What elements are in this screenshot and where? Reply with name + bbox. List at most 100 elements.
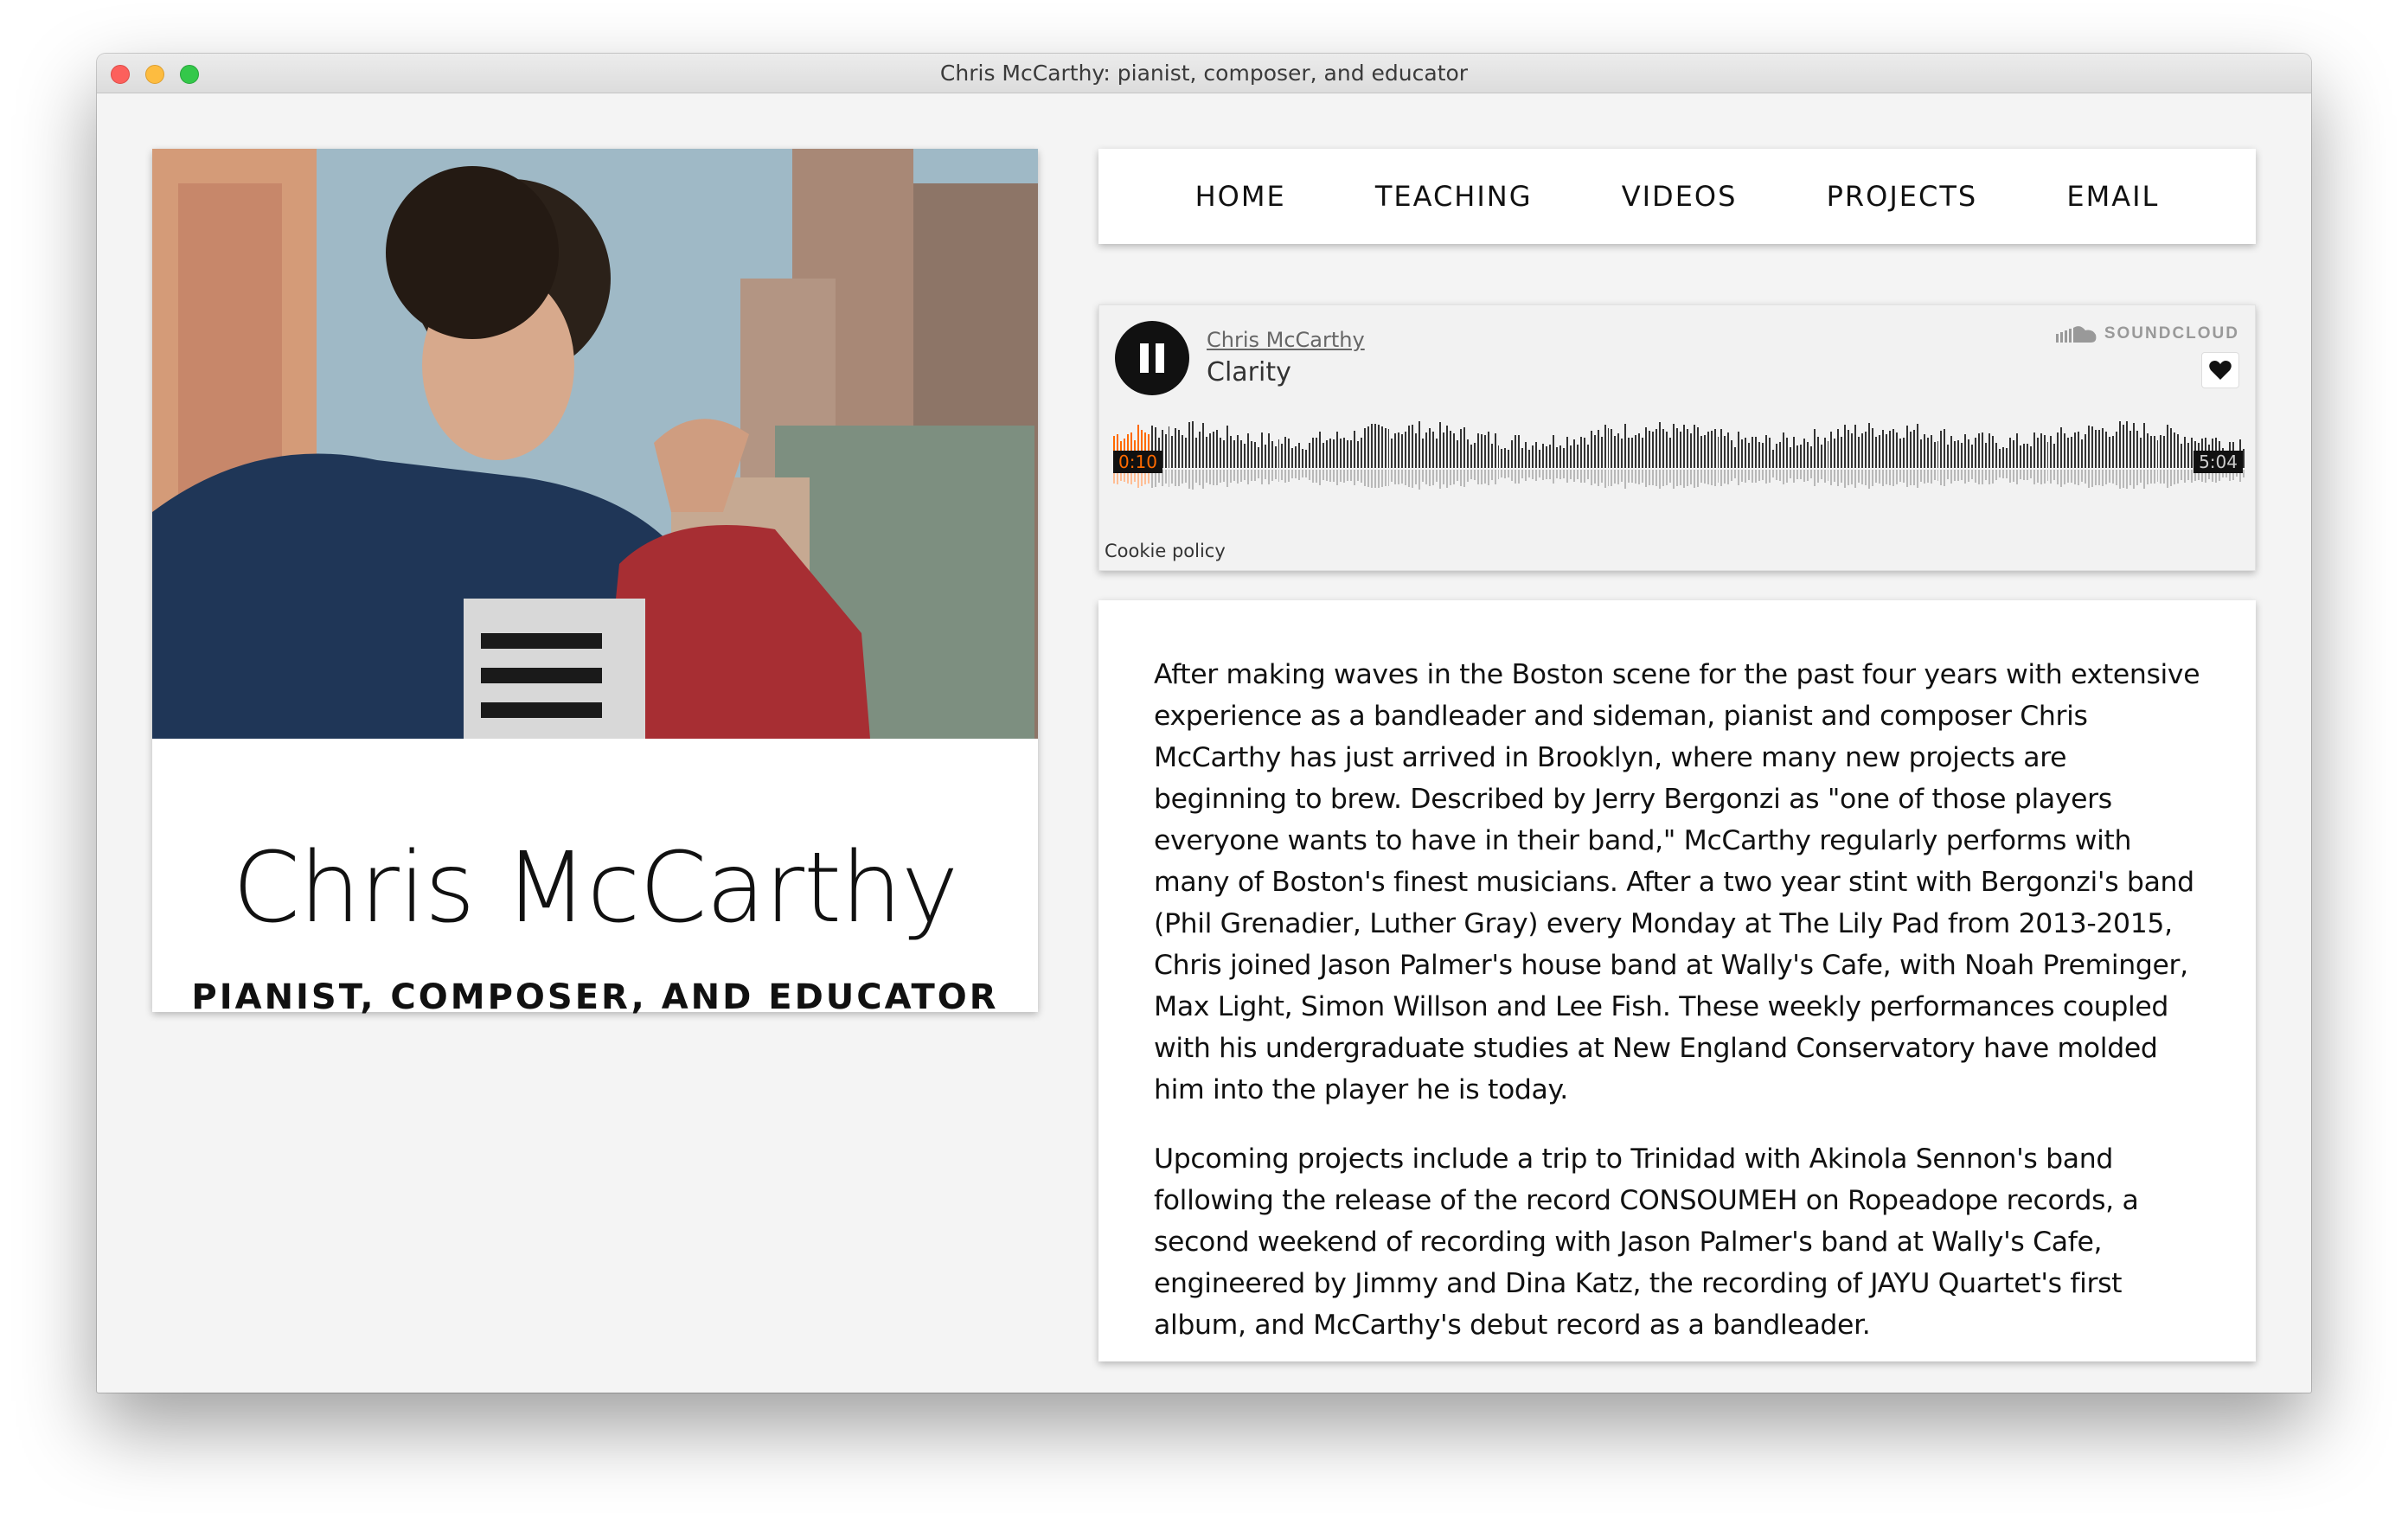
waveform-bar bbox=[2125, 421, 2128, 468]
waveform-reflection-bar bbox=[1432, 470, 1435, 485]
waveform-seekbar[interactable]: 0:10 5:04 bbox=[1113, 416, 2245, 494]
waveform-reflection-bar bbox=[1611, 470, 1613, 486]
waveform-reflection-bar bbox=[2064, 470, 2066, 484]
waveform-bar bbox=[1302, 449, 1304, 468]
waveform-bar bbox=[2184, 436, 2187, 468]
waveform-bar bbox=[1456, 440, 1458, 468]
waveform-reflection-bar bbox=[1713, 470, 1716, 486]
waveform-bar bbox=[1700, 436, 1702, 468]
window-titlebar[interactable]: Chris McCarthy: pianist, composer, and e… bbox=[97, 54, 2311, 93]
waveform-reflection-bar bbox=[1978, 470, 1981, 484]
waveform-reflection-bar bbox=[1885, 470, 1887, 484]
waveform-bar bbox=[1528, 450, 1531, 468]
waveform-bar bbox=[1820, 445, 1822, 468]
waveform-bar bbox=[1772, 450, 1774, 468]
waveform-reflection-bar bbox=[1209, 470, 1212, 484]
waveform-reflection-bar bbox=[1192, 470, 1194, 490]
waveform-bar bbox=[1445, 425, 1448, 468]
waveform-bar bbox=[1476, 432, 1479, 468]
waveform-bar bbox=[1501, 448, 1503, 468]
waveform-reflection-bar bbox=[2115, 470, 2117, 485]
waveform-bar bbox=[1758, 441, 1761, 468]
waveform-reflection-bar bbox=[2036, 470, 2039, 483]
waveform-reflection-bar bbox=[1964, 470, 1967, 484]
waveform-bar bbox=[1848, 430, 1850, 468]
waveform-bar bbox=[2139, 437, 2142, 468]
waveform-reflection-bar bbox=[1899, 470, 1901, 483]
waveform-reflection-bar bbox=[2008, 470, 2011, 483]
waveform-bar bbox=[2098, 430, 2100, 468]
waveform-bar bbox=[2102, 427, 2104, 468]
waveform-bar bbox=[1346, 440, 1348, 468]
waveform-reflection-bar bbox=[1724, 470, 1726, 484]
waveform-reflection-bar bbox=[1398, 470, 1400, 485]
waveform-reflection-bar bbox=[1593, 470, 1596, 484]
waveform-reflection-bar bbox=[2012, 470, 2014, 482]
waveform-bar bbox=[1295, 446, 1297, 468]
waveform-reflection-bar bbox=[2015, 470, 2018, 484]
waveform-reflection-bar bbox=[2081, 470, 2084, 482]
waveform-bar bbox=[2012, 439, 2014, 468]
waveform-reflection-bar bbox=[1480, 470, 1483, 484]
waveform-reflection-bar bbox=[1957, 470, 1960, 482]
waveform-bar bbox=[1239, 439, 1242, 468]
waveform-bar bbox=[1175, 428, 1177, 468]
waveform-bar bbox=[1937, 441, 1939, 468]
waveform-reflection-bar bbox=[1579, 470, 1582, 483]
waveform-reflection-bar bbox=[1586, 470, 1589, 480]
waveform-bar bbox=[2187, 443, 2190, 468]
waveform-reflection-bar bbox=[1278, 470, 1280, 482]
waveform-bar bbox=[1844, 425, 1847, 468]
waveform-bar bbox=[1985, 443, 1988, 468]
waveform-bar bbox=[1391, 439, 1393, 468]
waveform-reflection-bar bbox=[2022, 470, 2025, 480]
waveform-reflection-bar bbox=[1635, 470, 1637, 484]
waveform-reflection-bar bbox=[2163, 470, 2166, 484]
nav-projects[interactable]: PROJECTS bbox=[1827, 180, 1978, 213]
pause-button[interactable] bbox=[1115, 321, 1189, 395]
waveform-reflection-bar bbox=[2142, 470, 2145, 489]
waveform-reflection-bar bbox=[1621, 470, 1623, 483]
waveform-reflection-bar bbox=[1652, 470, 1655, 485]
waveform-reflection-bar bbox=[1998, 470, 2001, 478]
waveform-bar bbox=[2111, 436, 2114, 468]
waveform-reflection-bar bbox=[1555, 470, 1558, 479]
artist-link[interactable]: Chris McCarthy bbox=[1207, 328, 1365, 352]
waveform-bar bbox=[1995, 443, 1997, 468]
waveform-reflection-bar bbox=[1799, 470, 1802, 480]
waveform-bar bbox=[2046, 442, 2049, 468]
soundcloud-logo[interactable]: SOUNDCLOUD bbox=[2055, 324, 2239, 343]
waveform-bar bbox=[1312, 437, 1315, 468]
waveform-reflection-bar bbox=[1827, 470, 1829, 482]
waveform-bar bbox=[1796, 445, 1798, 468]
waveform-bar bbox=[1738, 431, 1740, 468]
waveform-bar bbox=[1370, 424, 1373, 468]
waveform-reflection-bar bbox=[1803, 470, 1805, 483]
cookie-policy-link[interactable]: Cookie policy bbox=[1105, 541, 1226, 561]
waveform-reflection-bar bbox=[1439, 470, 1441, 490]
waveform-bar bbox=[1865, 431, 1867, 468]
waveform-bar bbox=[1734, 447, 1737, 468]
waveform-reflection-bar bbox=[1848, 470, 1850, 486]
waveform-bar bbox=[1631, 437, 1634, 468]
waveform-bar bbox=[1349, 440, 1352, 468]
nav-teaching[interactable]: TEACHING bbox=[1375, 180, 1533, 213]
waveform-reflection-bar bbox=[2146, 470, 2149, 484]
waveform-reflection-bar bbox=[1246, 470, 1249, 484]
track-title: Clarity bbox=[1207, 357, 1291, 388]
waveform-bar bbox=[1443, 432, 1444, 468]
waveform-reflection-bar bbox=[1329, 470, 1331, 483]
profile-tagline: PIANIST, COMPOSER, AND EDUCATOR bbox=[191, 977, 999, 1017]
waveform-reflection-bar bbox=[1264, 470, 1266, 480]
waveform-reflection-bar bbox=[1356, 470, 1359, 482]
nav-videos[interactable]: VIDEOS bbox=[1622, 180, 1738, 213]
bio-card: After making waves in the Boston scene f… bbox=[1098, 600, 2256, 1361]
like-button[interactable] bbox=[2201, 352, 2239, 388]
waveform-bar bbox=[1422, 439, 1425, 468]
waveform-reflection-bar bbox=[2242, 470, 2245, 478]
waveform-reflection-bar bbox=[1326, 470, 1329, 482]
nav-home[interactable]: HOME bbox=[1195, 180, 1286, 213]
waveform-reflection-bar bbox=[1408, 470, 1411, 488]
nav-email[interactable]: EMAIL bbox=[2066, 180, 2159, 213]
waveform-bar bbox=[1185, 438, 1188, 468]
